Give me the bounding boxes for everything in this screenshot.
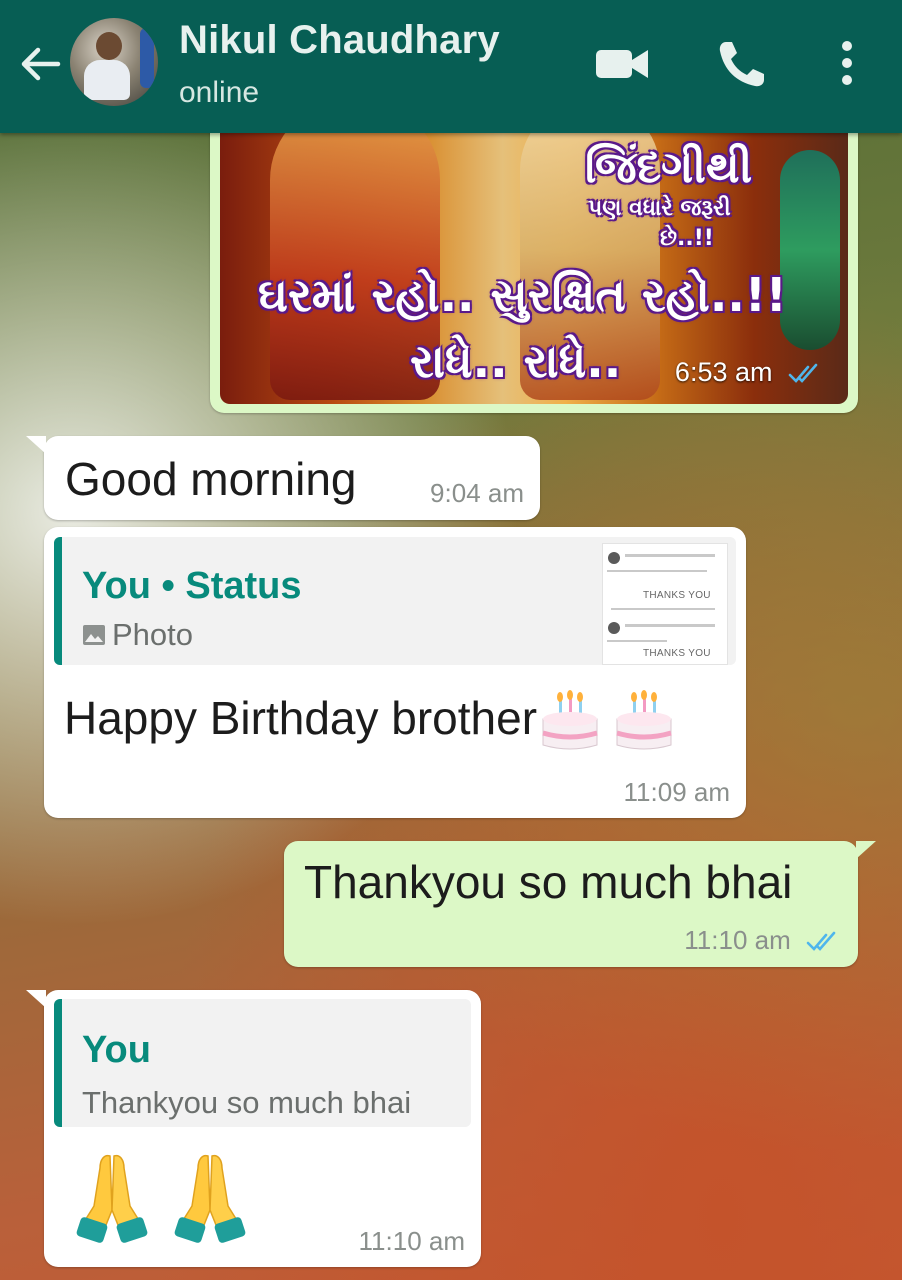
birthday-cake-emoji	[542, 690, 598, 750]
quoted-message[interactable]: You Thankyou so much bhai	[54, 999, 471, 1127]
read-ticks-icon	[806, 931, 836, 952]
contact-name[interactable]: Nikul Chaudhary	[179, 18, 500, 63]
image-caption-line: પણ વધારે જરૂરી	[588, 196, 731, 221]
message-text: Thankyou so much bhai	[304, 856, 793, 908]
quote-subtitle: Thankyou so much bhai	[82, 1085, 412, 1120]
message-time: 9:04 am	[430, 478, 524, 508]
message-emoji	[74, 1150, 248, 1244]
folded-hands-emoji	[175, 1154, 246, 1243]
message-time: 11:10 am	[684, 925, 842, 956]
quote-author: You • Status	[82, 565, 302, 607]
image-message[interactable]: જિંદગીથી પણ વધારે જરૂરી છે..!! ઘરમાં રહો…	[210, 110, 858, 413]
more-options-icon[interactable]	[832, 40, 862, 86]
phone-icon[interactable]	[716, 38, 768, 90]
outgoing-message[interactable]: Thankyou so much bhai 11:10 am	[284, 841, 876, 967]
message-time: 6:53 am	[675, 357, 824, 388]
image-caption-line: રાધે.. રાધે..	[410, 334, 622, 388]
message-text: Good morning	[65, 453, 357, 505]
image-caption-line: ઘરમાં રહો.. સુરક્ષિત રહો..!!	[258, 268, 787, 322]
reply-message[interactable]: You • Status Photo THANKS YOU THANKS YOU…	[44, 527, 746, 818]
image-caption-line: છે..!!	[660, 226, 714, 251]
shared-image[interactable]: જિંદગીથી પણ વધારે જરૂરી છે..!! ઘરમાં રહો…	[220, 120, 848, 404]
birthday-cake-emoji	[616, 690, 672, 750]
image-caption-line: જિંદગીથી	[585, 142, 753, 193]
read-ticks-icon	[788, 363, 818, 383]
folded-hands-emoji	[76, 1154, 148, 1243]
quote-subtitle: Photo	[82, 617, 193, 653]
quote-author: You	[82, 1029, 151, 1071]
reply-message[interactable]: You Thankyou so much bhai 11:10 am	[26, 990, 481, 1267]
quoted-status[interactable]: You • Status Photo THANKS YOU THANKS YOU	[54, 537, 736, 665]
chat-header: Nikul Chaudhary online	[0, 0, 902, 133]
contact-avatar[interactable]	[70, 18, 158, 106]
incoming-message[interactable]: Good morning 9:04 am	[26, 436, 540, 520]
status-thumbnail: THANKS YOU THANKS YOU	[602, 543, 728, 665]
photo-icon	[83, 625, 105, 645]
back-arrow-icon[interactable]	[18, 42, 62, 86]
message-time: 11:09 am	[623, 777, 730, 807]
message-time: 11:10 am	[358, 1226, 465, 1256]
message-text: Happy Birthday brother	[64, 689, 677, 755]
video-call-icon[interactable]	[594, 44, 650, 84]
contact-status: online	[179, 76, 260, 109]
